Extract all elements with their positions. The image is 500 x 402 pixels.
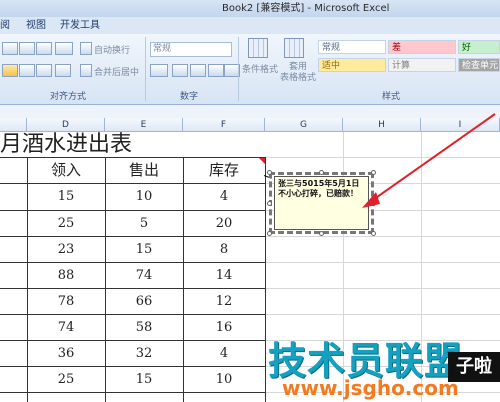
gridline	[265, 262, 500, 263]
group-divider	[238, 37, 239, 101]
conditional-format-button[interactable]: 条件格式	[242, 62, 278, 75]
table-cell[interactable]: 36	[27, 341, 105, 366]
table-cell[interactable]: 14	[183, 263, 265, 288]
table-cell[interactable]: 74	[105, 263, 183, 288]
title-bar: Book2 [兼容模式] - Microsoft Excel	[0, 0, 500, 18]
column-header-e[interactable]: E	[105, 118, 183, 132]
table-border	[0, 392, 265, 393]
conditional-format-icon[interactable]	[248, 38, 268, 58]
gridline	[265, 314, 500, 315]
table-cell[interactable]: 10	[183, 367, 265, 392]
arrow-line	[369, 113, 496, 203]
table-cell[interactable]: 15	[27, 184, 105, 210]
table-cell[interactable]: 16	[183, 315, 265, 340]
table-cell[interactable]: 88	[27, 263, 105, 288]
number-format-value: 常规	[153, 44, 172, 54]
resize-handle[interactable]	[267, 201, 272, 206]
increase-decimal-icon[interactable]	[208, 64, 224, 77]
style-bad[interactable]: 差	[388, 40, 456, 54]
format-as-table-icon[interactable]	[284, 38, 304, 58]
annotation-arrow	[362, 113, 496, 208]
table-cell[interactable]: 20	[183, 211, 265, 236]
watermark-url: www.jsgho.com	[282, 376, 459, 400]
table-cell[interactable]: 23	[27, 237, 105, 262]
resize-handle[interactable]	[267, 231, 272, 236]
table-cell[interactable]: 25	[27, 211, 105, 236]
table-border	[265, 157, 266, 402]
gridline	[265, 288, 500, 289]
table-cell[interactable]: 25	[27, 367, 105, 392]
style-normal[interactable]: 常规	[318, 40, 386, 54]
group-divider	[145, 37, 146, 101]
table-cell[interactable]: 58	[105, 315, 183, 340]
percent-icon[interactable]	[172, 64, 188, 77]
table-cell[interactable]: 5	[105, 211, 183, 236]
tab-review[interactable]: 阅	[0, 17, 10, 34]
resize-handle[interactable]	[319, 231, 324, 236]
header-cell-stock[interactable]: 库存	[183, 157, 265, 183]
merge-center-icon	[80, 64, 92, 77]
align-left-icon[interactable]	[2, 64, 18, 77]
table-cell[interactable]: 4	[183, 341, 265, 366]
table-cell[interactable]: 66	[105, 289, 183, 314]
sheet-title[interactable]: 月酒水进出表	[0, 132, 265, 157]
table-cell[interactable]: 10	[105, 184, 183, 210]
gridline	[265, 236, 500, 237]
window-title: Book2 [兼容模式] - Microsoft Excel	[222, 3, 390, 14]
style-calculation[interactable]: 计算	[388, 58, 456, 72]
wrap-text-icon	[80, 42, 92, 55]
column-header-g[interactable]: G	[265, 118, 343, 132]
align-bottom-icon[interactable]	[36, 42, 52, 55]
resize-handle[interactable]	[371, 231, 376, 236]
orientation-icon[interactable]	[55, 42, 73, 55]
table-cell[interactable]: 12	[183, 289, 265, 314]
align-group-label: 对齐方式	[50, 92, 87, 102]
number-format-select[interactable]: 常规	[150, 42, 232, 57]
tab-view[interactable]: 视图	[26, 17, 46, 34]
column-header-c[interactable]	[0, 118, 27, 132]
currency-icon[interactable]	[150, 64, 168, 77]
style-neutral[interactable]: 适中	[318, 58, 386, 72]
format-as-table-button[interactable]: 套用 表格格式	[280, 62, 316, 84]
column-header-d[interactable]: D	[27, 118, 105, 132]
header-cell-sold[interactable]: 售出	[105, 157, 183, 183]
table-cell[interactable]: 32	[105, 341, 183, 366]
number-group-label: 数字	[180, 92, 199, 102]
align-right-icon[interactable]	[36, 64, 52, 77]
table-cell[interactable]: 8	[183, 237, 265, 262]
resize-handle[interactable]	[319, 170, 324, 175]
ribbon: 自动换行 合并后居中 对齐方式 常规 数字 条件格式 套用 表格格式 常规 差 …	[0, 34, 500, 105]
comment-indicator[interactable]	[259, 158, 265, 164]
wrap-text-button[interactable]: 自动换行	[94, 43, 130, 56]
resize-handle[interactable]	[267, 170, 272, 175]
align-center-icon[interactable]	[19, 64, 35, 77]
table-cell[interactable]: 74	[27, 315, 105, 340]
align-middle-icon[interactable]	[19, 42, 35, 55]
merge-center-button[interactable]: 合并后居中	[94, 65, 139, 78]
style-check-cell[interactable]: 检查单元	[458, 58, 500, 72]
comma-icon[interactable]	[190, 64, 206, 77]
ribbon-tab-bar: 阅 视图 开发工具	[0, 17, 500, 34]
table-cell[interactable]: 15	[105, 237, 183, 262]
align-top-icon[interactable]	[2, 42, 18, 55]
table-cell[interactable]: 4	[183, 184, 265, 210]
style-good[interactable]: 好	[458, 40, 500, 54]
table-cell[interactable]: 15	[105, 367, 183, 392]
styles-group-label: 样式	[382, 92, 401, 102]
column-header-f[interactable]: F	[183, 118, 265, 132]
tab-developer[interactable]: 开发工具	[60, 17, 100, 34]
header-cell-in[interactable]: 领入	[27, 157, 105, 183]
arrow-head	[362, 192, 380, 208]
table-cell[interactable]: 78	[27, 289, 105, 314]
indent-icon[interactable]	[55, 64, 71, 77]
